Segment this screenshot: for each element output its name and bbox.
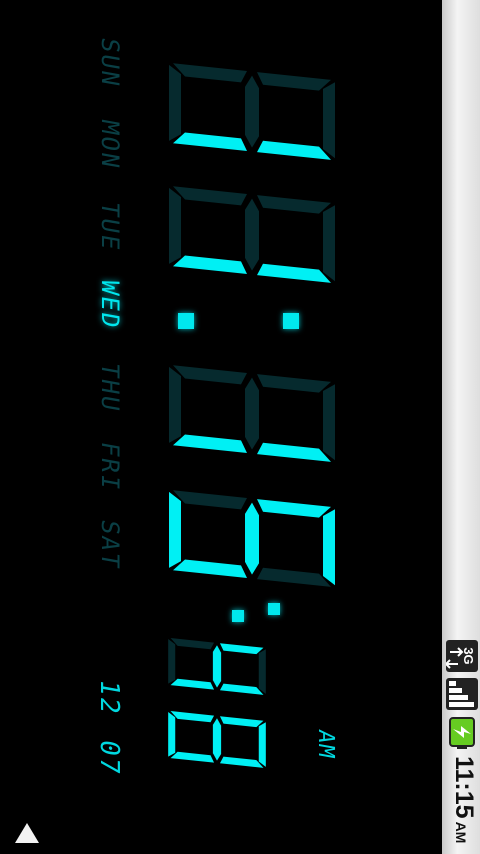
expand-menu-icon[interactable] (12, 820, 42, 846)
seconds-colon-bottom (232, 610, 244, 622)
colon-dot-bottom (178, 313, 194, 329)
segment-f (257, 374, 331, 393)
day-fri: FRI (96, 439, 124, 494)
day-tue: TUE (96, 199, 124, 254)
clock-display[interactable]: SUN MON TUE WED THU FRI SAT AM 12 07 (0, 0, 442, 854)
segment-b (219, 683, 264, 695)
segment-f (219, 643, 264, 655)
segment-e (173, 63, 247, 83)
segment-g (245, 377, 259, 450)
segment-e (170, 711, 215, 723)
segment-e (173, 490, 247, 510)
segment-d (168, 711, 176, 757)
segment-g (245, 75, 259, 148)
day-mon: MON (96, 117, 124, 172)
segment-f (219, 716, 264, 728)
hour-digit-2 (169, 186, 335, 283)
segment-e (170, 638, 215, 650)
signal-strength-icon (446, 678, 478, 710)
segment-d (169, 491, 181, 568)
segment-c (170, 751, 215, 763)
segment-g (212, 718, 222, 761)
segment-a (258, 649, 266, 694)
segment-b (257, 442, 331, 462)
status-ampm: AM (453, 821, 469, 844)
status-bar: 3G 11:15AM (442, 0, 480, 854)
segment-b (257, 567, 331, 587)
segment-b (219, 756, 264, 768)
second-digit-2 (168, 711, 266, 768)
segment-b (257, 140, 331, 160)
day-sat: SAT (96, 517, 124, 572)
segment-c (173, 434, 247, 454)
segment-a (258, 722, 266, 767)
segment-c (173, 255, 247, 275)
minute-digit-2 (169, 490, 335, 587)
segment-f (257, 72, 331, 91)
status-clock: 11:15 (450, 756, 478, 819)
segment-c (170, 678, 215, 690)
svg-text:3G: 3G (461, 647, 476, 664)
date-month: 12 (94, 677, 124, 718)
data-3g-icon: 3G (446, 640, 478, 672)
segment-d (169, 187, 181, 264)
segment-a (323, 509, 335, 586)
segment-d (169, 366, 181, 443)
segment-g (245, 198, 259, 271)
seconds-colon-top (268, 603, 280, 615)
segment-g (245, 502, 259, 575)
segment-g (212, 645, 222, 688)
segment-f (257, 499, 331, 518)
day-sun: SUN (96, 35, 124, 90)
colon-dot-top (283, 313, 299, 329)
battery-charging-icon (449, 717, 475, 749)
segment-a (323, 384, 335, 461)
segment-e (173, 365, 247, 385)
segment-a (323, 82, 335, 159)
segment-e (173, 186, 247, 206)
ampm-label: AM (313, 727, 338, 761)
segment-c (173, 132, 247, 152)
day-wed: WED (96, 277, 124, 332)
segment-b (257, 263, 331, 283)
segment-a (323, 205, 335, 282)
minute-digit-1 (169, 365, 335, 462)
segment-f (257, 195, 331, 214)
segment-d (169, 64, 181, 141)
day-thu: THU (96, 360, 124, 415)
date-day: 07 (94, 737, 124, 778)
hour-digit-1 (169, 63, 335, 160)
segment-c (173, 559, 247, 579)
status-time: 11:15AM (449, 756, 478, 843)
second-digit-1 (168, 638, 266, 695)
segment-d (168, 638, 176, 684)
